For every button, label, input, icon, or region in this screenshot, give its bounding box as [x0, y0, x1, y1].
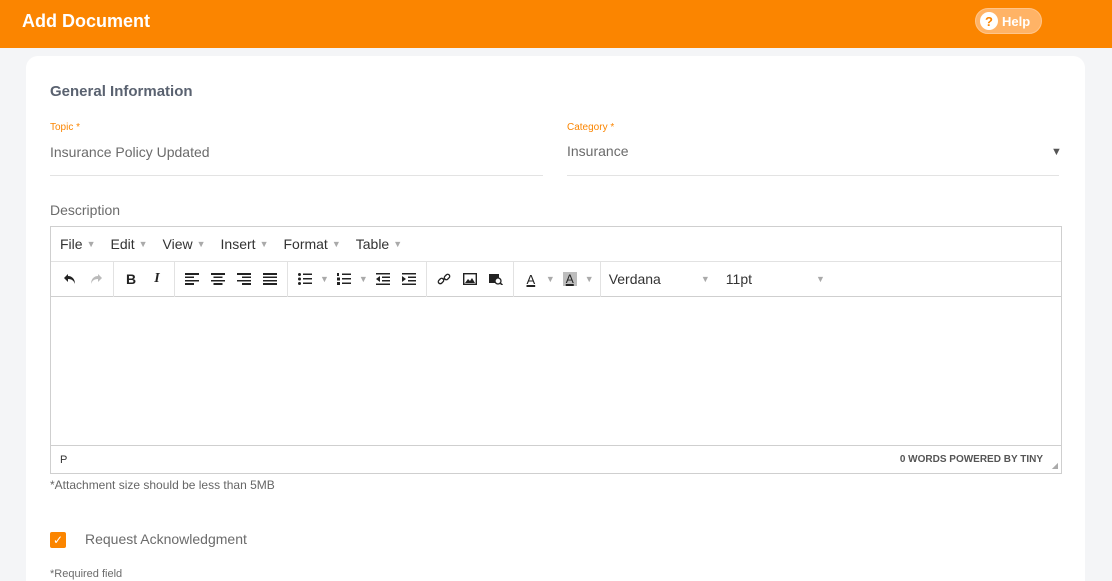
question-icon: ? [980, 12, 998, 30]
topic-input[interactable]: Insurance Policy Updated [50, 144, 210, 160]
chevron-down-icon: ▼ [86, 239, 96, 249]
element-path[interactable]: P [60, 454, 67, 466]
menu-file[interactable]: File ▼ [60, 236, 95, 252]
word-count: 0 WORDS POWERED BY TINY [899, 454, 1043, 465]
toolbar-divider [599, 261, 601, 297]
background-color-icon[interactable]: A [559, 267, 581, 291]
italic-icon[interactable]: I [146, 267, 168, 291]
menu-table[interactable]: Table ▼ [356, 236, 402, 252]
editor-menubar: File ▼ Edit ▼ View ▼ Insert ▼ Format ▼ Table ▼ [51, 227, 1061, 262]
toolbar-divider [287, 261, 288, 297]
category-label: Category * [567, 122, 615, 133]
menu-view-label: View [162, 236, 193, 252]
section-title: General Information [50, 83, 193, 100]
chevron-down-icon[interactable]: ▼ [320, 274, 329, 284]
chevron-down-icon: ▼ [259, 239, 269, 249]
menu-edit-label: Edit [110, 236, 135, 252]
help-button[interactable]: ? Help [975, 8, 1042, 34]
chevron-down-icon[interactable]: ▼ [359, 274, 368, 284]
menu-file-label: File [60, 236, 83, 252]
description-label: Description [50, 202, 121, 218]
indent-icon[interactable] [398, 267, 420, 291]
chevron-down-icon[interactable]: ▼ [546, 274, 555, 284]
menu-insert-label: Insert [220, 236, 256, 252]
toolbar-divider [174, 261, 175, 297]
align-right-icon[interactable] [233, 267, 255, 291]
chevron-down-icon[interactable]: ▼ [1051, 146, 1062, 158]
text-color-icon[interactable]: A [520, 267, 542, 291]
toolbar-divider [113, 261, 114, 297]
category-select[interactable]: Insurance [567, 143, 628, 159]
toolbar-divider [512, 261, 514, 297]
category-underline [567, 175, 1059, 176]
menu-insert[interactable]: Insert ▼ [221, 236, 269, 252]
top-bar: Add Document ? Help [0, 0, 1112, 48]
font-family-select[interactable]: Verdana ▼ [609, 271, 710, 287]
undo-icon[interactable] [59, 267, 81, 291]
required-field-note: *Required field [50, 568, 123, 580]
media-icon[interactable] [485, 267, 507, 291]
font-size-value: 11pt [725, 271, 752, 287]
numbered-list-icon[interactable] [333, 267, 355, 291]
chevron-down-icon: ▼ [816, 274, 825, 284]
align-center-icon[interactable] [207, 267, 229, 291]
chevron-down-icon: ▼ [393, 239, 403, 249]
link-icon[interactable] [433, 267, 455, 291]
menu-format[interactable]: Format ▼ [283, 236, 340, 252]
align-left-icon[interactable] [181, 267, 203, 291]
acknowledgment-checkbox[interactable]: ✓ [50, 532, 66, 548]
outdent-icon[interactable] [372, 267, 394, 291]
checkmark-icon: ✓ [52, 533, 64, 547]
menu-format-label: Format [283, 236, 328, 252]
bullet-list-icon[interactable] [294, 267, 316, 291]
chevron-down-icon: ▼ [700, 274, 710, 284]
topic-label: Topic * [50, 122, 81, 133]
toolbar-divider [425, 261, 427, 297]
page-title: Add Document [22, 11, 150, 31]
editor-statusbar: P 0 WORDS POWERED BY TINY [51, 445, 1061, 473]
acknowledgment-label[interactable]: Request Acknowledgment [85, 531, 247, 547]
attachment-note: *Attachment size should be less than 5MB [50, 478, 275, 492]
bold-icon[interactable]: B [120, 267, 142, 291]
align-justify-icon[interactable] [259, 267, 281, 291]
chevron-down-icon: ▼ [331, 239, 341, 249]
font-size-select[interactable]: 11pt ▼ [726, 271, 825, 287]
chevron-down-icon: ▼ [138, 239, 148, 249]
help-label: Help [1002, 13, 1031, 29]
chevron-down-icon: ▼ [196, 239, 206, 249]
redo-icon[interactable] [85, 267, 107, 291]
rich-text-editor: File ▼ Edit ▼ View ▼ Insert ▼ Format ▼ Table ▼… [50, 226, 1062, 474]
resize-handle-icon[interactable]: ◢ [1052, 461, 1058, 470]
topic-underline [50, 175, 543, 176]
menu-edit[interactable]: Edit ▼ [110, 236, 147, 252]
editor-toolbar: B I ▼ ▼ A ▼ A ▼ Verdana ▼ 11pt ▼ [51, 261, 1061, 297]
chevron-down-icon[interactable]: ▼ [585, 274, 594, 284]
menu-table-label: Table [355, 236, 390, 252]
menu-view[interactable]: View ▼ [163, 236, 206, 252]
image-icon[interactable] [459, 267, 481, 291]
font-family-value: Verdana [608, 271, 661, 287]
editor-content-area[interactable] [51, 297, 1061, 445]
